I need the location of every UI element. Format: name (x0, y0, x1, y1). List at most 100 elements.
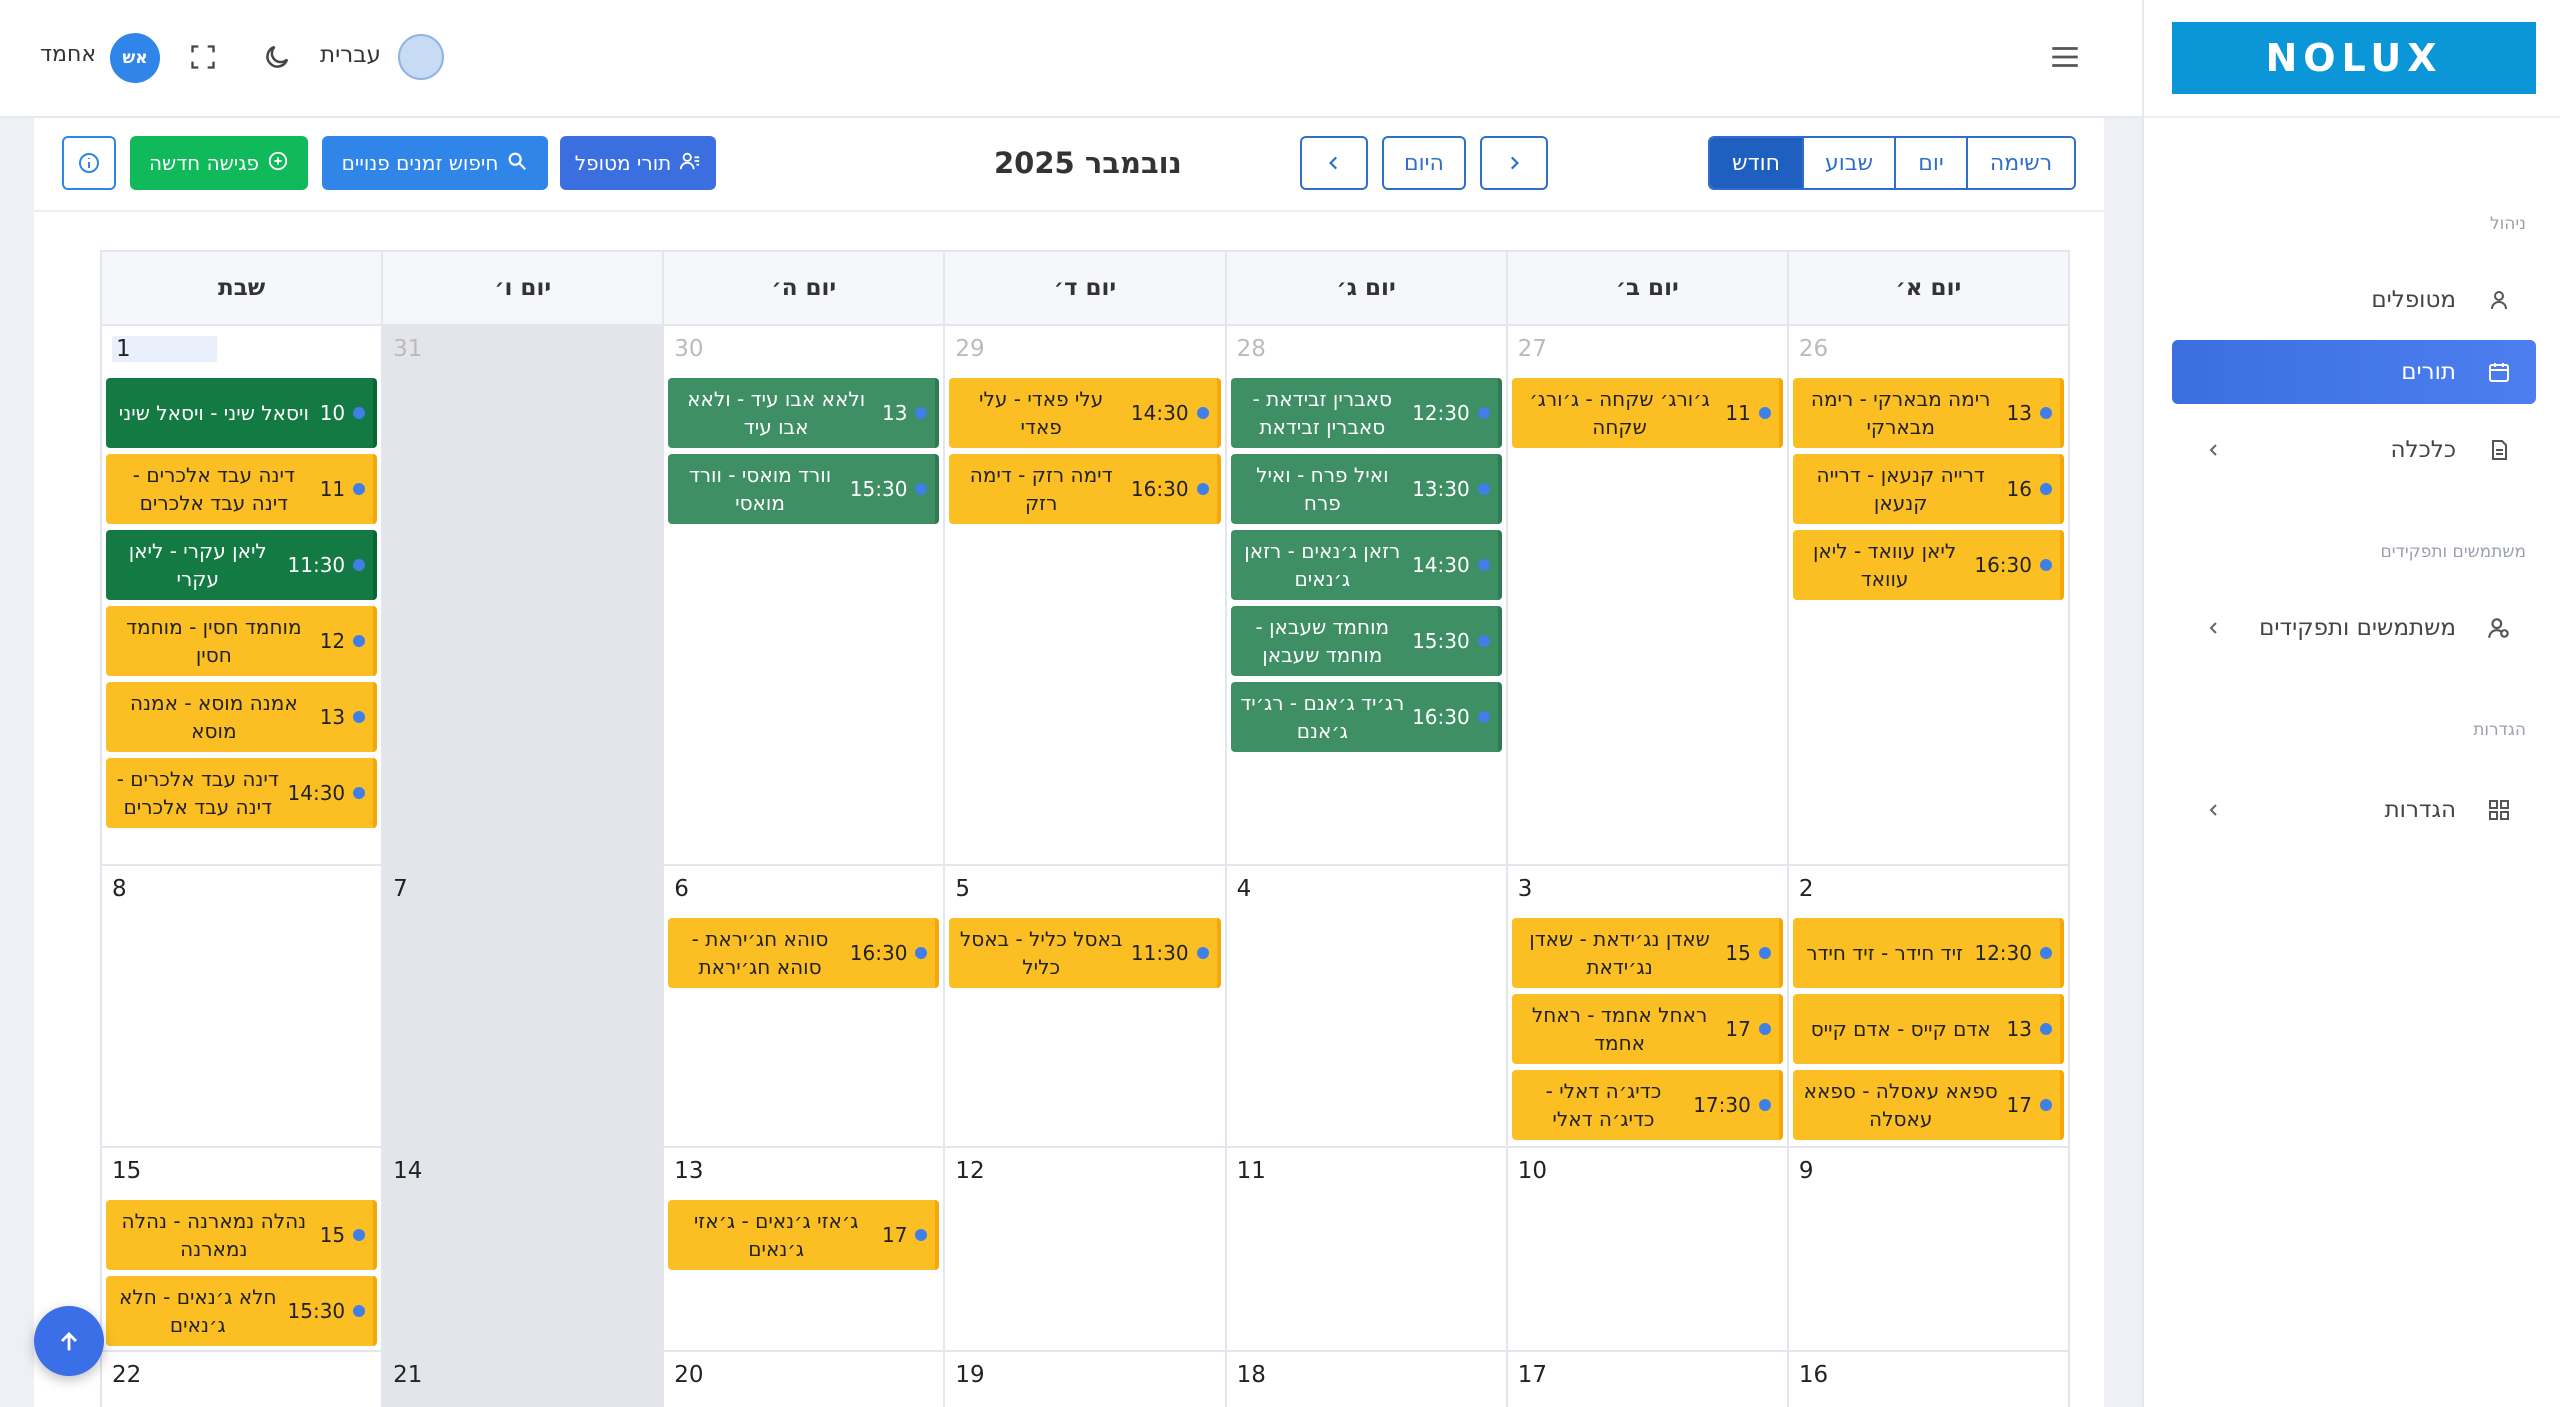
day-cell[interactable]: 8 (102, 866, 381, 1146)
appointment-event[interactable]: 16:30 רג׳יד ג׳אנם - רג׳יד ג׳אנם (1230, 682, 1502, 752)
day-number[interactable]: 9 (1799, 1158, 1814, 1184)
day-cell[interactable]: 2 12:30 זיד חידר - זיד חידר 13 אדם קייס - אד… (1786, 866, 2068, 1146)
day-number[interactable]: 15 (112, 1158, 141, 1184)
day-cell[interactable]: 12 (943, 1148, 1224, 1350)
day-cell[interactable]: 9 (1786, 1148, 2068, 1350)
appointment-event[interactable]: 17:30 כדיג׳ה דאלי - כדיג׳ה דאלי (1511, 1070, 1783, 1140)
appointment-event[interactable]: 16 דרייה קנעאן - דרייה קנעאן (1792, 454, 2064, 524)
day-cell[interactable]: 10 (1505, 1148, 1787, 1350)
fullscreen-icon[interactable] (186, 40, 220, 74)
day-cell[interactable]: 30 13 ולאא אבו עיד - ולאא אבו עיד 15:30 וורד… (662, 326, 943, 864)
day-number[interactable]: 10 (1518, 1158, 1547, 1184)
day-cell[interactable]: 5 11:30 באסל כליל - באסל כליל (943, 866, 1224, 1146)
sidebar-item-patients[interactable]: מטופלים (2172, 268, 2536, 332)
day-cell[interactable]: 13 17 ג׳אזי ג׳נאים - ג׳אזי ג׳נאים (662, 1148, 943, 1350)
day-number[interactable]: 30 (674, 336, 703, 362)
day-number[interactable]: 22 (112, 1362, 141, 1388)
new-meeting-button[interactable]: פגישה חדשה (130, 136, 308, 190)
day-cell[interactable]: 14 (381, 1148, 663, 1350)
sidebar-item-appointments[interactable]: תורים (2172, 340, 2536, 404)
day-number[interactable]: 17 (1518, 1362, 1547, 1388)
appointment-event[interactable]: 13:30 ואיל פרח - ואיל פרח (1230, 454, 1502, 524)
appointment-event[interactable]: 15:30 חלא ג׳נאים - חלא ג׳נאים (106, 1276, 378, 1346)
day-number[interactable]: 20 (674, 1362, 703, 1388)
appointment-event[interactable]: 10 ויסאל שיני - ויסאל שיני (106, 378, 378, 448)
day-cell[interactable]: 1 10 ויסאל שיני - ויסאל שיני 11 דינה עבד אלכ… (102, 326, 381, 864)
day-cell[interactable]: 16 (1786, 1352, 2068, 1407)
day-cell[interactable]: 7 (381, 866, 663, 1146)
avatar[interactable]: אש (110, 33, 160, 83)
day-number[interactable]: 13 (674, 1158, 703, 1184)
day-cell[interactable]: 17 (1505, 1352, 1787, 1407)
appointment-event[interactable]: 11 דינה עבד אלכרים - דינה עבד אלכרים (106, 454, 378, 524)
day-number[interactable]: 5 (955, 876, 970, 902)
language-flag-icon[interactable] (398, 34, 444, 80)
day-number[interactable]: 26 (1799, 336, 1828, 362)
appointment-event[interactable]: 17 ראחל אחמד - ראחל אחמד (1511, 994, 1783, 1064)
find-free-slots-button[interactable]: חיפוש זמנים פנויים (322, 136, 548, 190)
appointment-event[interactable]: 14:30 רזאן ג׳נאים - רזאן ג׳נאים (1230, 530, 1502, 600)
appointment-event[interactable]: 17 ג׳אזי ג׳נאים - ג׳אזי ג׳נאים (668, 1200, 940, 1270)
day-cell[interactable]: 15 15 נהלה נמארנה - נהלה נמארנה 15:30 חלא ג׳… (102, 1148, 381, 1350)
appointment-event[interactable]: 15:30 וורד מואסי - וורד מואסי (668, 454, 940, 524)
appointment-event[interactable]: 11 ג׳ורג׳ שקחה - ג׳ורג׳ שקחה (1511, 378, 1783, 448)
sidebar-item-settings[interactable]: הגדרות (2172, 778, 2536, 842)
day-number[interactable]: 18 (1237, 1362, 1266, 1388)
appointment-event[interactable]: 16:30 ליאן עוואד - ליאן עוואד (1792, 530, 2064, 600)
view-month-button[interactable]: חודש (1710, 138, 1802, 188)
appointment-event[interactable]: 13 אדם קייס - אדם קייס (1792, 994, 2064, 1064)
appointment-event[interactable]: 12:30 סאברין זבידאת - סאברין זבידאת (1230, 378, 1502, 448)
day-number[interactable]: 14 (393, 1158, 422, 1184)
day-number[interactable]: 11 (1237, 1158, 1266, 1184)
day-number[interactable]: 21 (393, 1362, 422, 1388)
day-cell[interactable]: 29 14:30 עלי פאדי - עלי פאדי 16:30 דימה רזק … (943, 326, 1224, 864)
day-number[interactable]: 1 (112, 336, 217, 362)
appointment-event[interactable]: 13 רימה מבארקי - רימה מבארקי (1792, 378, 2064, 448)
day-number[interactable]: 28 (1237, 336, 1266, 362)
day-cell[interactable]: 4 (1224, 866, 1506, 1146)
previous-month-button[interactable] (1300, 136, 1368, 190)
day-cell[interactable]: 18 (1224, 1352, 1506, 1407)
day-number[interactable]: 12 (955, 1158, 984, 1184)
appointment-event[interactable]: 16:30 דימה רזק - דימה רזק (949, 454, 1221, 524)
day-cell[interactable]: 20 (662, 1352, 943, 1407)
day-number[interactable]: 4 (1237, 876, 1252, 902)
day-cell[interactable]: 6 16:30 סוהא חג׳יראת - סוהא חג׳יראת (662, 866, 943, 1146)
day-number[interactable]: 29 (955, 336, 984, 362)
day-cell[interactable]: 31 (381, 326, 663, 864)
day-cell[interactable]: 27 11 ג׳ורג׳ שקחה - ג׳ורג׳ שקחה (1505, 326, 1787, 864)
user-name[interactable]: אחמד (40, 42, 96, 67)
appointment-event[interactable]: 16:30 סוהא חג׳יראת - סוהא חג׳יראת (668, 918, 940, 988)
day-number[interactable]: 16 (1799, 1362, 1828, 1388)
language-label[interactable]: עברית (320, 42, 381, 68)
dark-mode-icon[interactable] (260, 40, 294, 74)
day-number[interactable]: 19 (955, 1362, 984, 1388)
appointment-event[interactable]: 12 מוחמד חסין - מוחמד חסין (106, 606, 378, 676)
day-cell[interactable]: 28 12:30 סאברין זבידאת - סאברין זבידאת 13:3… (1224, 326, 1506, 864)
day-number[interactable]: 3 (1518, 876, 1533, 902)
view-day-button[interactable]: יום (1894, 138, 1966, 188)
scroll-top-button[interactable] (34, 1306, 104, 1376)
day-number[interactable]: 31 (393, 336, 422, 362)
today-button[interactable]: היום (1382, 136, 1466, 190)
appointment-event[interactable]: 15 שאדן נג׳ידאת - שאדן נג׳ידאת (1511, 918, 1783, 988)
sidebar-item-users[interactable]: משתמשים ותפקידים (2172, 596, 2536, 660)
patient-queue-button[interactable]: תורי מטופל (560, 136, 716, 190)
day-cell[interactable]: 3 15 שאדן נג׳ידאת - שאדן נג׳ידאת 17 ראחל אחמ… (1505, 866, 1787, 1146)
view-list-button[interactable]: רשימה (1966, 138, 2074, 188)
day-number[interactable]: 2 (1799, 876, 1814, 902)
info-button[interactable] (62, 136, 116, 190)
day-cell[interactable]: 19 (943, 1352, 1224, 1407)
next-month-button[interactable] (1480, 136, 1548, 190)
appointment-event[interactable]: 17 ספאא עאסלה - ספאא עאסלה (1792, 1070, 2064, 1140)
appointment-event[interactable]: 14:30 דינה עבד אלכרים - דינה עבד אלכרים (106, 758, 378, 828)
appointment-event[interactable]: 11:30 ליאן עקרי - ליאן עקרי (106, 530, 378, 600)
day-cell[interactable]: 21 (381, 1352, 663, 1407)
day-cell[interactable]: 22 (102, 1352, 381, 1407)
appointment-event[interactable]: 13 אמנה מוסא - אמנה מוסא (106, 682, 378, 752)
day-cell[interactable]: 11 (1224, 1148, 1506, 1350)
appointment-event[interactable]: 13 ולאא אבו עיד - ולאא אבו עיד (668, 378, 940, 448)
day-number[interactable]: 7 (393, 876, 408, 902)
day-number[interactable]: 6 (674, 876, 689, 902)
day-number[interactable]: 27 (1518, 336, 1547, 362)
